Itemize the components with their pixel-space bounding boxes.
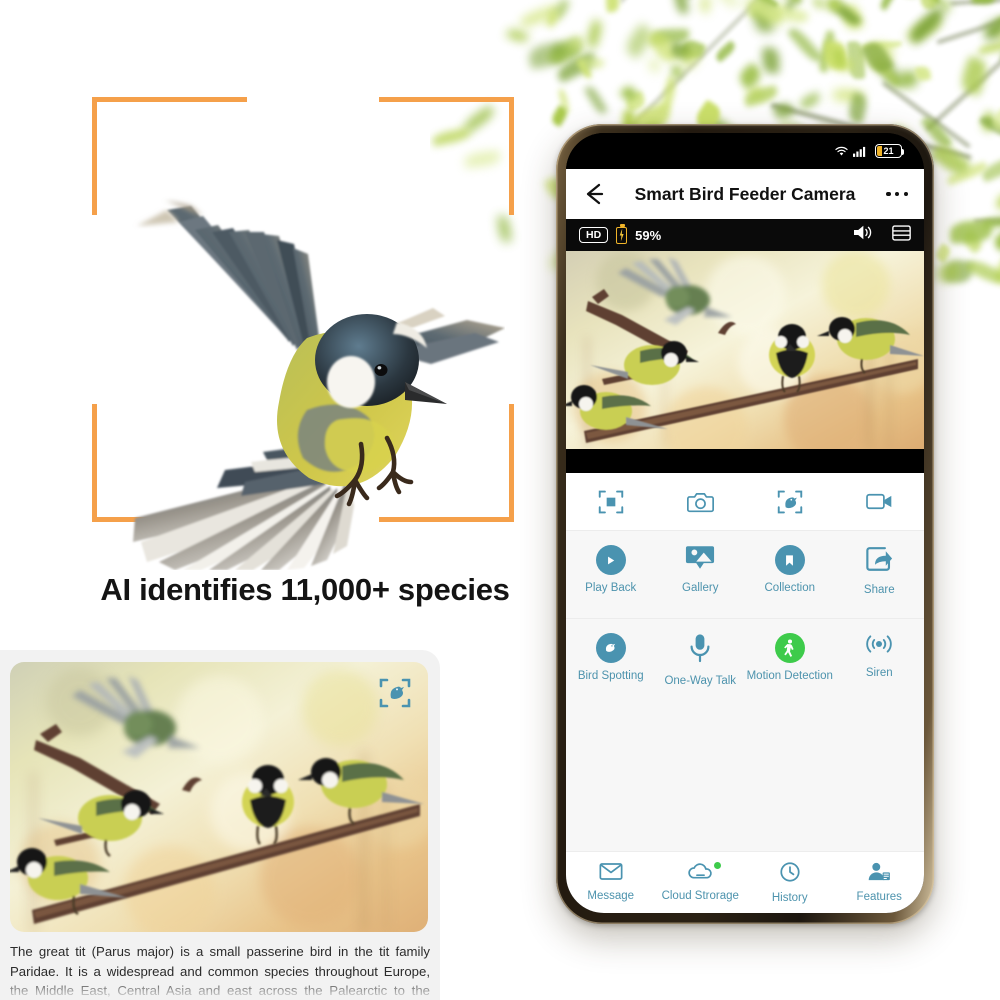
app-title-bar: Smart Bird Feeder Camera [566,169,924,219]
video-camera-icon[interactable] [835,492,925,511]
status-badge [714,862,721,869]
battery-icon: 21 [875,144,905,158]
nav-item-features[interactable]: Features [835,862,925,903]
feature-row-primary: Play Back Gallery Collection Share [566,531,924,619]
person-card-icon [867,862,891,886]
nav-label: Features [856,891,902,903]
camera-tool-row [566,473,924,531]
feature-one-way-talk[interactable]: One-Way Talk [656,633,746,841]
split-screen-icon[interactable] [892,224,911,246]
envelope-icon [599,863,623,885]
feature-gallery[interactable]: Gallery [656,545,746,608]
feature-play-back[interactable]: Play Back [566,545,656,608]
feature-motion-detection[interactable]: Motion Detection [745,633,835,841]
bookmark-icon [774,545,805,575]
camera-icon[interactable] [656,491,746,513]
nav-label: Message [587,890,635,902]
feature-siren[interactable]: Siren [835,633,925,841]
bird-scan-icon[interactable] [745,489,835,515]
feature-label: Collection [764,582,816,594]
species-photo [10,662,428,932]
nav-item-history[interactable]: History [745,861,835,904]
hero-bird-image [75,170,505,570]
feature-share[interactable]: Share [835,545,925,608]
cellular-signal-icon [853,146,868,157]
feature-collection[interactable]: Collection [745,545,835,608]
feature-label: Motion Detection [746,670,833,682]
motion-walk-icon [774,633,805,663]
feature-label: Gallery [682,582,719,594]
microphone-icon [689,633,711,668]
nav-item-cloud-storage[interactable]: Cloud Strorage [656,862,746,902]
bottom-navigation: Message Cloud Strorage History Features [566,851,924,913]
bird-scan-icon[interactable] [378,676,412,710]
nav-label: Cloud Strorage [661,890,739,902]
nav-label: History [771,891,808,904]
page-title: Smart Bird Feeder Camera [634,183,856,204]
feature-row-secondary: Bird Spotting One-Way Talk Motion Detect… [566,619,924,851]
live-video-feed[interactable] [566,251,924,473]
smartphone-mockup: 21 Smart Bird Feeder Camera HD 59% Play … [556,124,934,924]
battery-charging-icon [616,224,628,244]
battery-level-label: 21 [883,146,894,156]
phone-screen: 21 Smart Bird Feeder Camera HD 59% Play … [566,133,924,913]
species-description: The great tit (Parus major) is a small p… [10,944,430,998]
back-arrow-icon[interactable] [582,181,608,207]
status-bar: 21 [566,133,924,169]
cloud-icon [687,863,714,885]
speaker-icon[interactable] [852,224,873,246]
page-headline: AI identifies 11,000+ species [100,572,510,607]
more-options-icon[interactable] [886,191,908,197]
video-status-bar: HD 59% [566,219,924,251]
clock-icon [780,861,800,887]
siren-wave-icon [864,633,894,660]
gallery-icon [685,545,715,575]
share-icon [866,545,893,577]
camera-battery-percent: 59% [635,227,662,243]
nav-item-message[interactable]: Message [566,863,656,902]
feature-label: Play Back [585,582,637,594]
play-icon [595,545,626,575]
video-letterbox [566,449,924,473]
feature-label: Share [863,584,895,596]
feature-bird-spotting[interactable]: Bird Spotting [566,633,656,841]
feature-label: Siren [865,667,893,679]
quality-badge[interactable]: HD [579,227,609,243]
species-info-card: The great tit (Parus major) is a small p… [0,650,440,1000]
bird-icon [595,633,626,663]
focus-frame-icon[interactable] [566,489,656,515]
wifi-icon [834,145,849,157]
feature-label: One-Way Talk [664,675,737,687]
feature-label: Bird Spotting [577,670,644,682]
